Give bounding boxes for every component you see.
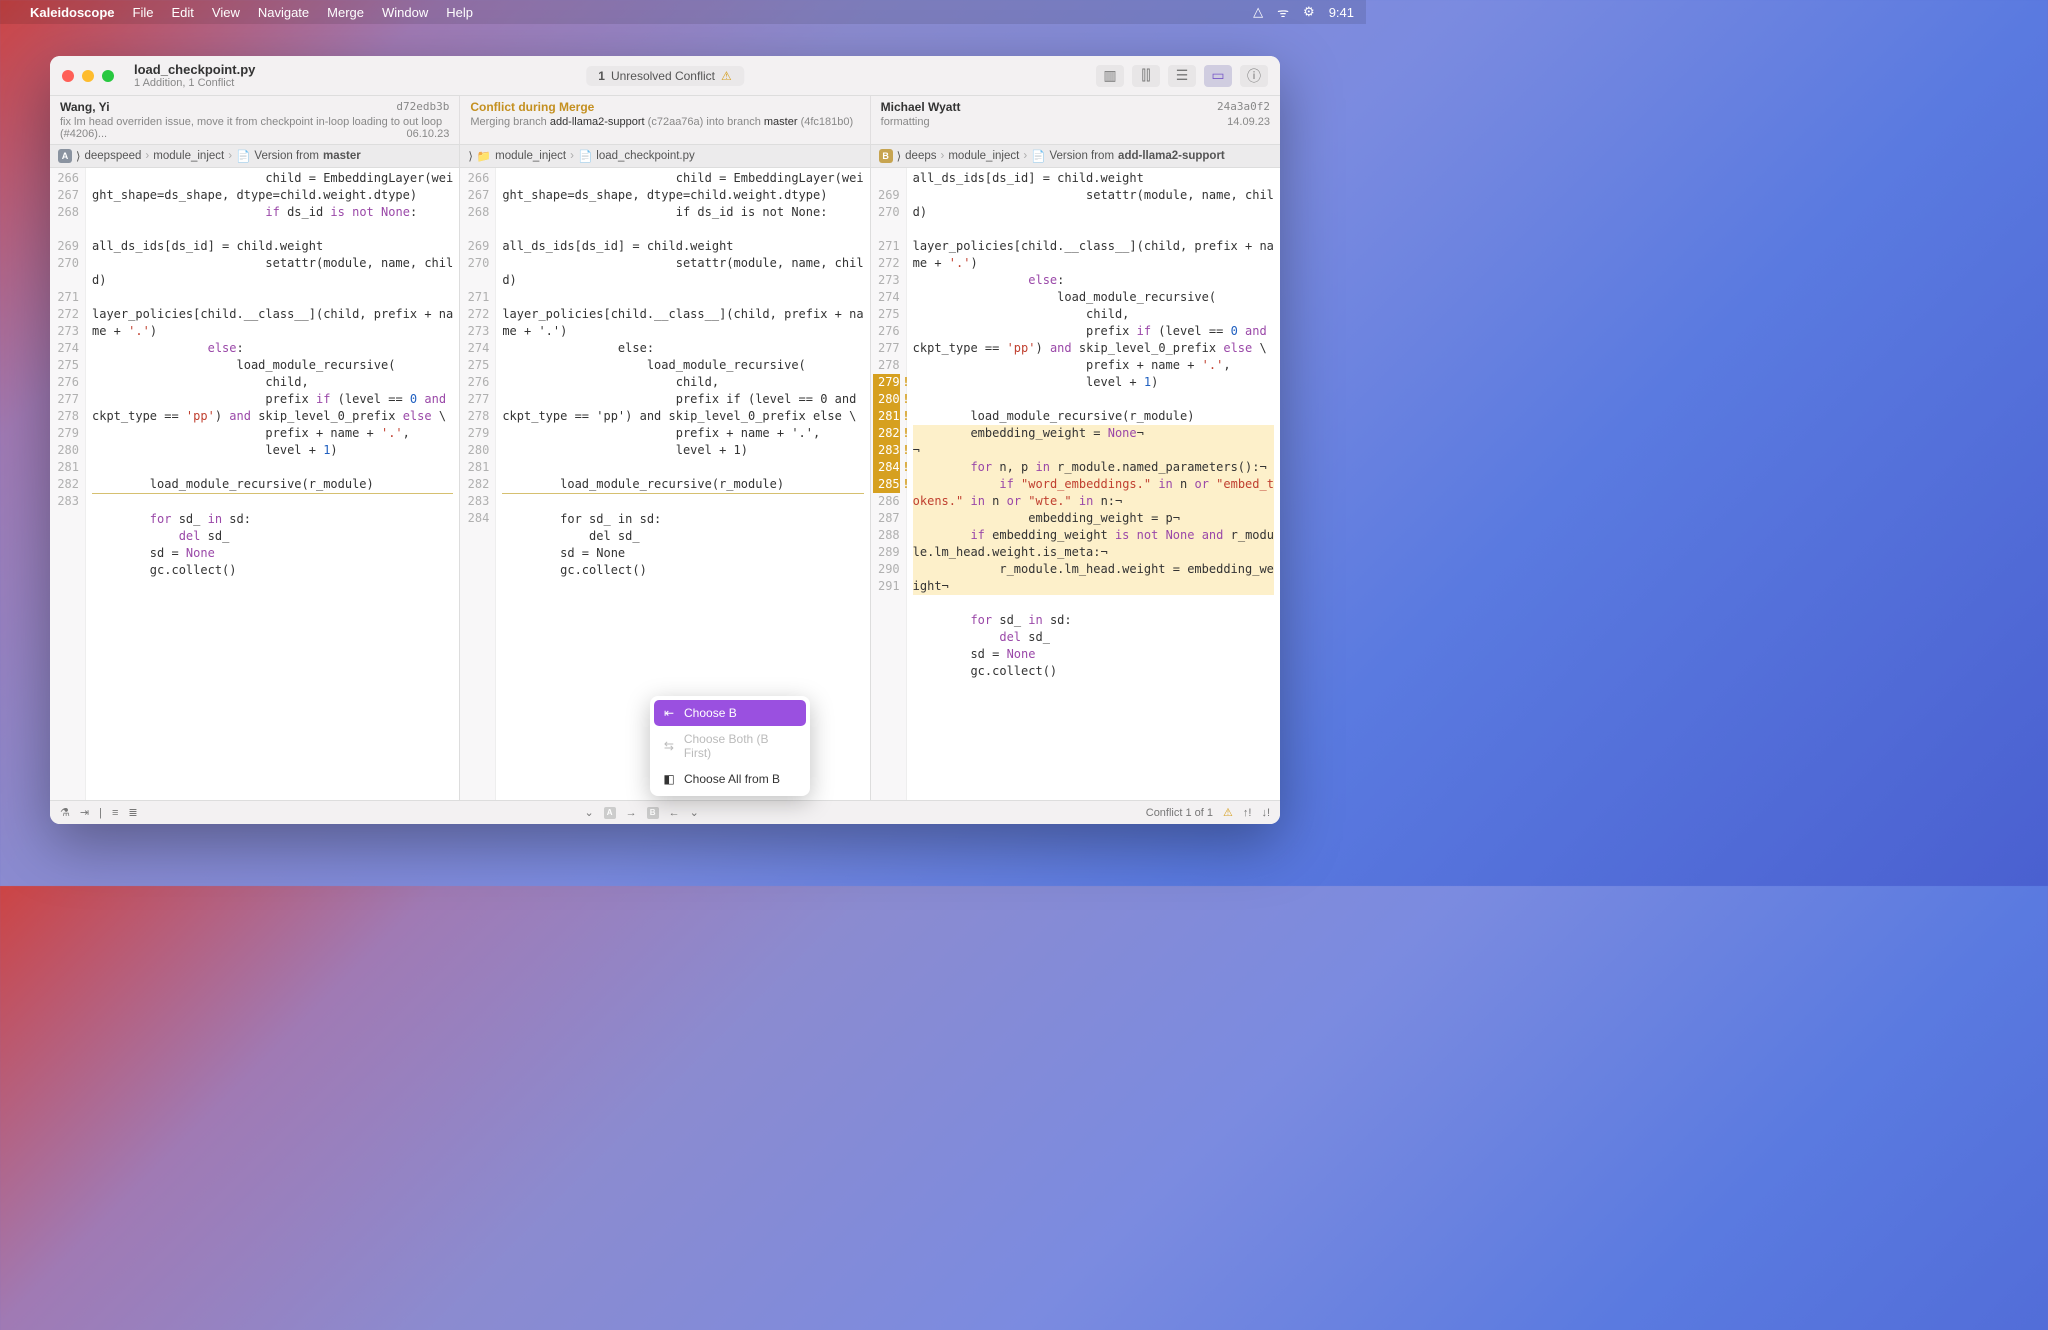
folder-icon: 📁 xyxy=(477,149,491,163)
tool-4-button[interactable]: ≣ xyxy=(128,806,137,819)
menu-navigate[interactable]: Navigate xyxy=(258,5,309,20)
pane-a[interactable]: 2662672682692702712722732742752762772782… xyxy=(50,168,460,800)
tool-3-button[interactable]: ≡ xyxy=(112,807,118,819)
move-right-icon[interactable]: → xyxy=(626,807,637,819)
choose-all-b-button[interactable]: ◧ Choose All from B xyxy=(654,766,806,792)
left-hash: d72edb3b xyxy=(396,100,449,113)
merge-action-popup: ⇤ Choose B ⇆ Choose Both (B First) ◧ Cho… xyxy=(650,696,810,796)
control-center-icon[interactable]: ⚙ xyxy=(1303,4,1315,20)
prev-conflict-button[interactable]: ↓! xyxy=(1261,807,1270,819)
view-mode-list-button[interactable]: ☰ xyxy=(1168,65,1196,87)
menu-edit[interactable]: Edit xyxy=(171,5,193,20)
file-icon: 📄 xyxy=(1031,149,1045,163)
window-title: load_checkpoint.py xyxy=(134,62,255,77)
arrow-icon: ⟩ xyxy=(897,149,902,163)
view-mode-columns-button[interactable]: ▥ xyxy=(1096,65,1124,87)
move-left-icon[interactable]: ← xyxy=(669,807,680,819)
arrow-icon: ⟩ xyxy=(468,149,473,163)
left-author: Wang, Yi xyxy=(60,100,110,114)
wifi-icon[interactable]: ᯤ xyxy=(1277,3,1289,21)
pane-b[interactable]: 2692702712722732742752762772782792802812… xyxy=(871,168,1280,800)
breadcrumb-center[interactable]: ⟩ 📁 module_inject› 📄 load_checkpoint.py xyxy=(460,145,870,167)
commit-info-bar: Wang, Yi d72edb3b fix lm head overriden … xyxy=(50,96,1280,145)
left-date: 06.10.23 xyxy=(407,128,450,140)
nav-dropdown-icon[interactable]: ⌄ xyxy=(690,806,699,819)
file-icon: 📄 xyxy=(578,149,592,163)
status-icon[interactable]: △ xyxy=(1253,4,1263,20)
clock[interactable]: 9:41 xyxy=(1329,5,1354,20)
menu-window[interactable]: Window xyxy=(382,5,428,20)
nav-b-badge[interactable]: B xyxy=(647,807,659,819)
choose-both-icon: ⇆ xyxy=(662,739,676,753)
close-button[interactable] xyxy=(62,70,74,82)
choose-all-icon: ◧ xyxy=(662,772,676,786)
left-desc: fix lm head overriden issue, move it fro… xyxy=(60,116,442,140)
conflict-status[interactable]: 1 Unresolved Conflict ⚠ xyxy=(586,66,744,86)
view-mode-unified-button[interactable]: ⫿⫿ xyxy=(1132,65,1160,87)
menu-view[interactable]: View xyxy=(212,5,240,20)
menu-help[interactable]: Help xyxy=(446,5,473,20)
breadcrumb-bar: A ⟩ deepspeed› module_inject› 📄 Version … xyxy=(50,145,1280,168)
tool-1-button[interactable]: ⚗ xyxy=(60,806,70,819)
app-name[interactable]: Kaleidoscope xyxy=(30,5,115,20)
right-date: 14.09.23 xyxy=(1227,116,1270,128)
file-icon: 📄 xyxy=(236,149,250,163)
info-button[interactable]: ⓘ xyxy=(1240,65,1268,87)
menu-file[interactable]: File xyxy=(133,5,154,20)
right-hash: 24a3a0f2 xyxy=(1217,100,1270,113)
choose-both-button: ⇆ Choose Both (B First) xyxy=(654,726,806,766)
arrow-icon: ⟩ xyxy=(76,149,81,163)
app-window: load_checkpoint.py 1 Addition, 1 Conflic… xyxy=(50,56,1280,824)
choose-b-icon: ⇤ xyxy=(662,706,676,720)
zoom-button[interactable] xyxy=(102,70,114,82)
next-conflict-button[interactable]: ↑! xyxy=(1243,807,1252,819)
breadcrumb-right[interactable]: B ⟩ deeps› module_inject› 📄 Version from… xyxy=(871,145,1280,167)
nav-a-badge[interactable]: A xyxy=(604,807,616,819)
right-desc: formatting xyxy=(881,116,930,128)
minimize-button[interactable] xyxy=(82,70,94,82)
right-author: Michael Wyatt xyxy=(881,100,961,114)
conflict-status-label: Conflict 1 of 1 xyxy=(1146,807,1213,819)
warning-icon: ⚠ xyxy=(1223,806,1233,819)
menubar: Kaleidoscope File Edit View Navigate Mer… xyxy=(0,0,1366,24)
breadcrumb-left[interactable]: A ⟩ deepspeed› module_inject› 📄 Version … xyxy=(50,145,460,167)
warning-icon: ⚠ xyxy=(721,69,732,83)
tool-2-button[interactable]: ⇥ xyxy=(80,806,89,819)
nav-down-icon[interactable]: ⌄ xyxy=(584,806,593,819)
footer-bar: ⚗ ⇥ | ≡ ≣ ⌄ A → B ← ⌄ Conflict 1 of 1 ⚠ … xyxy=(50,800,1280,824)
menu-merge[interactable]: Merge xyxy=(327,5,364,20)
window-subtitle: 1 Addition, 1 Conflict xyxy=(134,77,255,89)
merge-title: Conflict during Merge xyxy=(470,100,594,114)
inspector-button[interactable]: ▭ xyxy=(1204,65,1232,87)
choose-b-button[interactable]: ⇤ Choose B xyxy=(654,700,806,726)
titlebar: load_checkpoint.py 1 Addition, 1 Conflic… xyxy=(50,56,1280,96)
